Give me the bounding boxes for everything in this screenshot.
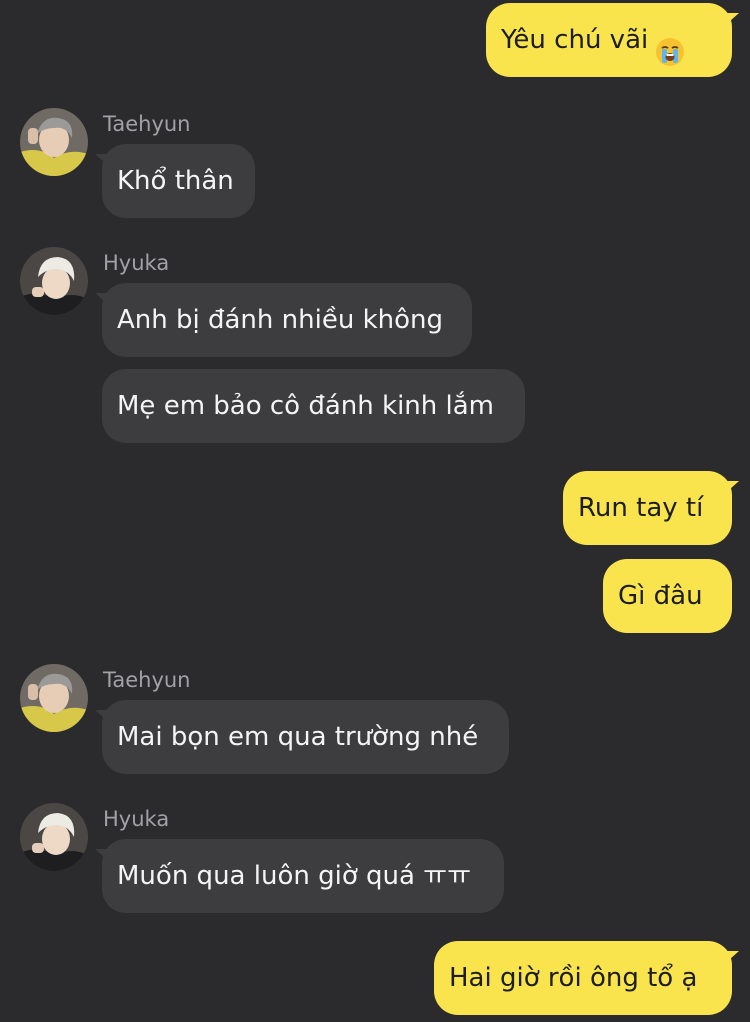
message-bubble-sent[interactable]: Gì đâu (603, 559, 732, 633)
avatar-hyuka[interactable] (20, 803, 88, 871)
chat-thread: Yêu chú vãi Taehyun Khổ thân Hyuka Anh b… (0, 0, 750, 1022)
message-bubble-sent[interactable]: Hai giờ rồi ông tổ ạ (434, 941, 732, 1015)
sender-name: Taehyun (103, 112, 191, 136)
message-bubble-received[interactable]: Mai bọn em qua trường nhé (102, 700, 509, 774)
message-bubble-received[interactable]: Anh bị đánh nhiều không (102, 283, 472, 357)
message-text: Khổ thân (117, 166, 234, 196)
message-text: Gì đâu (618, 581, 703, 611)
message-text: Hai giờ rồi ông tổ ạ (449, 963, 698, 993)
sender-name: Hyuka (103, 807, 170, 831)
message-text: Run tay tí (578, 493, 704, 523)
message-bubble-sent[interactable]: Yêu chú vãi (486, 3, 732, 77)
sender-name: Taehyun (103, 668, 191, 692)
message-bubble-sent[interactable]: Run tay tí (563, 471, 732, 545)
avatar-taehyun[interactable] (20, 108, 88, 176)
message-bubble-received[interactable]: Khổ thân (102, 144, 255, 218)
avatar-taehyun[interactable] (20, 664, 88, 732)
message-bubble-received[interactable]: Mẹ em bảo cô đánh kinh lắm (102, 369, 525, 443)
sender-name: Hyuka (103, 251, 170, 275)
message-text: Yêu chú vãi (501, 25, 649, 55)
loudly-crying-face-icon (654, 23, 686, 66)
message-text: Mai bọn em qua trường nhé (117, 722, 479, 752)
message-bubble-received[interactable]: Muốn qua luôn giờ quá ㅠㅠ (102, 839, 504, 913)
message-text: Anh bị đánh nhiều không (117, 305, 444, 335)
avatar-hyuka[interactable] (20, 247, 88, 315)
message-text: Mẹ em bảo cô đánh kinh lắm (117, 391, 494, 421)
message-text: Muốn qua luôn giờ quá ㅠㅠ (117, 861, 472, 891)
